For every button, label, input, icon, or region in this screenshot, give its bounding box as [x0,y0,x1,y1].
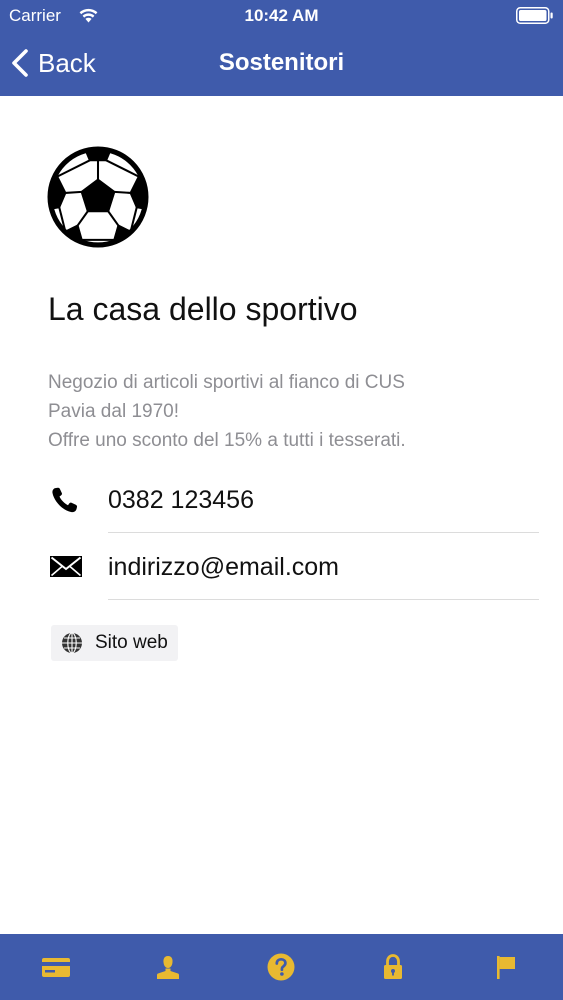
navigation-bar: Back Sostenitori [0,32,563,96]
divider [108,599,539,600]
email-row[interactable]: indirizzo@email.com [0,534,563,600]
top-bar: Carrier 10:42 AM Back Sostenitori [0,0,563,96]
help-icon [267,953,295,981]
phone-number: 0382 123456 [108,486,254,514]
sponsor-name: La casa dello sportivo [48,291,358,327]
globe-icon [62,632,82,654]
page-title: Sostenitori [218,49,345,76]
website-label: Sito web [95,632,168,653]
phone-icon [50,486,82,514]
card-icon [42,958,70,977]
tab-help[interactable] [225,934,337,1000]
battery-icon [516,7,554,24]
tab-lock[interactable] [337,934,449,1000]
lock-icon [384,954,402,979]
description-line: Offre uno sconto del 15% a tutti i tesse… [48,430,406,451]
website-button[interactable]: Sito web [51,625,178,661]
soccer-ball-icon [47,146,149,248]
description-line: Pavia dal 1970! [48,401,179,422]
person-icon [157,956,179,979]
email-address: indirizzo@email.com [108,553,339,581]
tab-bar [0,934,563,1000]
flag-icon [497,956,515,979]
description-line: Negozio di articoli sportivi al fianco d… [48,372,405,393]
clock: 10:42 AM [244,6,319,25]
tab-flag[interactable] [450,934,562,1000]
divider [108,532,539,533]
status-bar: Carrier 10:42 AM [0,0,563,32]
phone-row[interactable]: 0382 123456 [0,467,563,533]
tab-profile[interactable] [112,934,224,1000]
tab-card[interactable] [0,934,112,1000]
sponsor-description: Negozio di articoli sportivi al fianco d… [48,368,528,455]
envelope-icon [50,553,82,581]
